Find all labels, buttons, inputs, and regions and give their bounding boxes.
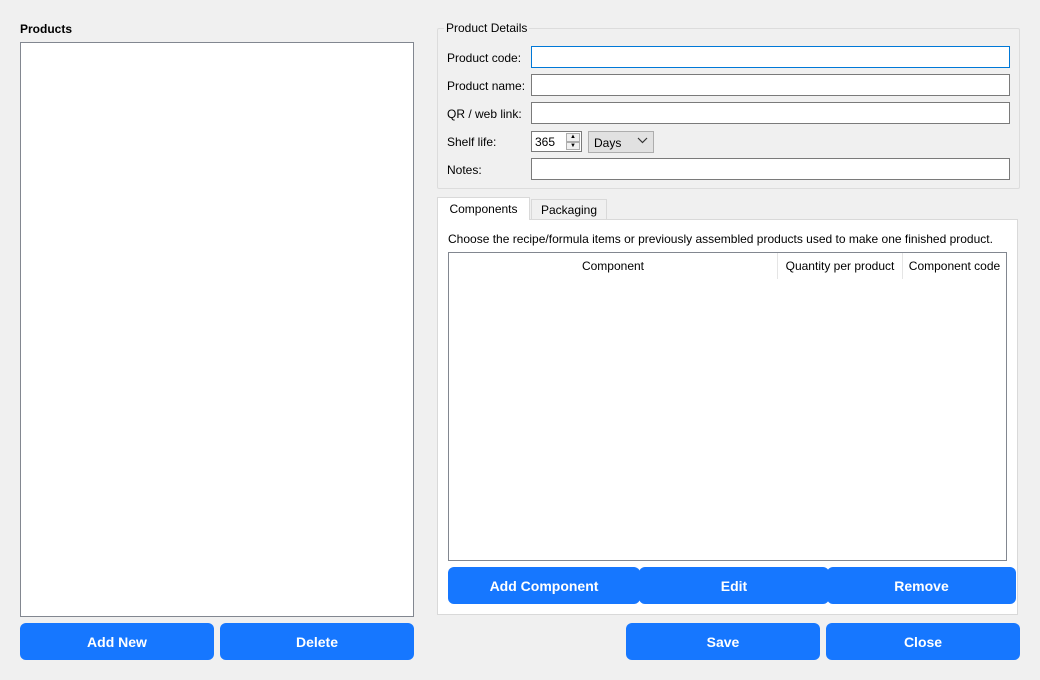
spin-up-icon[interactable]: ▲ (566, 133, 580, 142)
notes-input[interactable] (531, 158, 1010, 180)
close-button[interactable]: Close (826, 623, 1020, 660)
components-table-header: Component Quantity per product Component… (449, 253, 1006, 279)
components-description: Choose the recipe/formula items or previ… (448, 232, 993, 246)
column-header-component-code[interactable]: Component code (903, 253, 1006, 279)
product-name-label: Product name: (447, 79, 526, 93)
product-name-input[interactable] (531, 74, 1010, 96)
shelf-life-unit-select[interactable]: Days (588, 131, 654, 153)
qr-link-input[interactable] (531, 102, 1010, 124)
spin-down-icon[interactable]: ▼ (566, 141, 580, 150)
edit-button[interactable]: Edit (639, 567, 829, 604)
shelf-life-unit-value: Days (594, 136, 622, 150)
tab-components[interactable]: Components (437, 197, 530, 220)
tab-packaging[interactable]: Packaging (531, 199, 607, 220)
add-component-button[interactable]: Add Component (448, 567, 640, 604)
notes-label: Notes: (447, 163, 482, 177)
products-list[interactable] (20, 42, 414, 617)
product-details-legend: Product Details (444, 21, 530, 35)
delete-button[interactable]: Delete (220, 623, 414, 660)
shelf-life-value: 365 (535, 135, 556, 149)
remove-button[interactable]: Remove (827, 567, 1016, 604)
product-code-input[interactable] (531, 46, 1010, 68)
column-header-quantity[interactable]: Quantity per product (778, 253, 903, 279)
components-table[interactable]: Component Quantity per product Component… (448, 252, 1007, 561)
column-header-component[interactable]: Component (449, 253, 778, 279)
shelf-life-stepper[interactable]: 365 ▲ ▼ (531, 131, 582, 152)
product-code-label: Product code: (447, 51, 522, 65)
products-title: Products (20, 22, 73, 36)
shelf-life-label: Shelf life: (447, 135, 497, 149)
save-button[interactable]: Save (626, 623, 820, 660)
add-new-button[interactable]: Add New (20, 623, 214, 660)
chevron-down-icon (637, 135, 648, 149)
qr-link-label: QR / web link: (447, 107, 522, 121)
